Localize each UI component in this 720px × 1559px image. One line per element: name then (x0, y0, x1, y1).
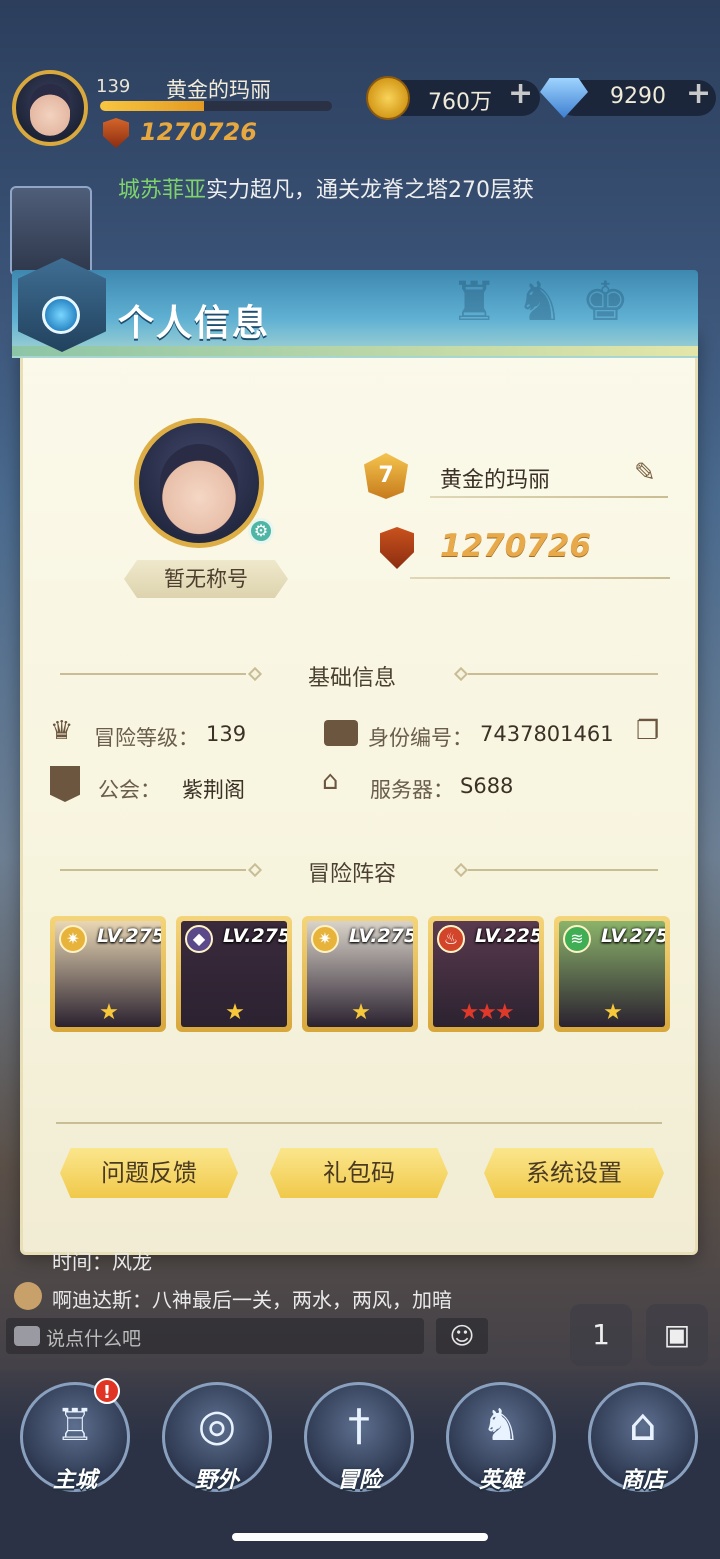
adventure-level-value: 139 (206, 722, 247, 746)
portal-icon: ◎ (197, 1400, 237, 1451)
guild-banner-icon (50, 766, 80, 802)
panel-emblem-core-icon (42, 296, 80, 334)
backpack-icon[interactable]: ▣ (646, 1304, 708, 1366)
name-underline (430, 496, 668, 498)
hero-stars: ★ (603, 1000, 623, 1025)
guild-value: 紫荆阁 (182, 778, 245, 802)
adventure-level-label: 冒险等级： (94, 726, 199, 750)
hero-portrait: ✷ LV.275 ★ (55, 921, 161, 1027)
gift-code-button[interactable]: 礼包码 (270, 1148, 448, 1198)
hero-portrait: ♨ LV.225 ★★★ (433, 921, 539, 1027)
divider (468, 869, 658, 871)
feedback-button[interactable]: 问题反馈 (60, 1148, 238, 1198)
hero-card[interactable]: ◆ LV.275 ★ (176, 916, 292, 1032)
hero-stars: ★ (99, 1000, 119, 1025)
settings-button[interactable]: 系统设置 (484, 1148, 664, 1198)
server-icon: ⌂ (322, 766, 339, 796)
hero-card[interactable]: ≋ LV.275 ★ (554, 916, 670, 1032)
xp-fill (100, 101, 205, 111)
hero-level: LV.275 (97, 925, 161, 947)
panel-title: 个人信息 (118, 303, 271, 344)
hero-stars: ★ (351, 1000, 371, 1025)
crown-icon: ♛ (50, 716, 74, 746)
shop-icon: ⌂ (629, 1400, 657, 1451)
add-gold-button[interactable]: + (508, 76, 533, 111)
gold-amount: 760万 (428, 90, 492, 115)
hero-stars: ★ (225, 1000, 245, 1025)
hero-card[interactable]: ✷ LV.275 ★ (50, 916, 166, 1032)
add-gem-button[interactable]: + (686, 76, 711, 111)
lineup-heading: 冒险阵容 (308, 862, 397, 887)
id-value: 7437801461 (480, 722, 614, 746)
announcement-marquee: 城苏菲亚实力超凡，通关龙脊之塔270层获 (118, 172, 534, 204)
notification-badge: ! (94, 1378, 120, 1404)
power-underline (410, 577, 670, 579)
profile-power: 1270726 (440, 528, 591, 564)
light-element-icon: ✷ (59, 925, 87, 953)
shield-icon (103, 118, 129, 148)
hero-level: LV.275 (601, 925, 665, 947)
portrait-face-icon (160, 444, 238, 536)
hero-level: LV.275 (349, 925, 413, 947)
divider (60, 869, 246, 871)
home-indicator (232, 1533, 488, 1541)
id-label: 身份编号： (368, 726, 473, 750)
side-hero-card[interactable] (10, 186, 92, 276)
divider (56, 1122, 662, 1124)
wind-element-icon: ≋ (563, 925, 591, 953)
nav-field-label: 野外 (194, 1468, 239, 1493)
player-level: 139 (96, 76, 131, 97)
rank-button[interactable]: 1 (570, 1304, 632, 1366)
chat-bubble-icon (14, 1326, 40, 1346)
dark-element-icon: ◆ (185, 925, 213, 953)
copy-icon[interactable]: ❐ (636, 716, 659, 746)
castle-icon: ♖ (55, 1400, 95, 1451)
edit-name-icon[interactable]: ✎ (634, 458, 656, 488)
nav-adventure-label: 冒险 (336, 1468, 381, 1493)
gem-amount: 9290 (610, 84, 666, 109)
server-value: S688 (460, 774, 514, 798)
chat-placeholder: 说点什么吧 (46, 1328, 142, 1350)
hero-level: LV.275 (223, 925, 287, 947)
guild-label: 公会： (98, 778, 161, 802)
nav-heroes-label: 英雄 (478, 1468, 523, 1493)
helmet-icon: ♞ (481, 1400, 521, 1451)
hero-card[interactable]: ✷ LV.275 ★ (302, 916, 418, 1032)
hero-stars: ★★★ (459, 1000, 514, 1025)
title-badge[interactable]: 暂无称号 (124, 560, 288, 598)
chat-avatar-icon (14, 1282, 42, 1310)
fire-element-icon: ♨ (437, 925, 465, 953)
chat-line: 时间：风龙 (52, 1250, 152, 1274)
xp-bar (100, 101, 332, 111)
combat-power: 1270726 (140, 118, 257, 146)
header-silhouette-icon: ♜ ♞ ♚ (450, 270, 630, 333)
light-element-icon: ✷ (311, 925, 339, 953)
chat-line: 啊迪达斯：八神最后一关，两水，两风，加暗 (52, 1288, 452, 1312)
hero-portrait: ≋ LV.275 ★ (559, 921, 665, 1027)
gear-icon[interactable]: ⚙ (248, 518, 274, 544)
player-name: 黄金的玛丽 (166, 78, 271, 102)
divider (60, 673, 246, 675)
marquee-highlight: 城苏菲亚 (118, 178, 207, 203)
avatar-face-icon (30, 84, 70, 136)
nav-shop-label: 商店 (620, 1468, 665, 1493)
hero-portrait: ◆ LV.275 ★ (181, 921, 287, 1027)
gold-coin-icon (366, 76, 410, 120)
hero-portrait: ✷ LV.275 ★ (307, 921, 413, 1027)
id-card-icon (324, 720, 358, 746)
hero-level: LV.225 (475, 925, 539, 947)
divider (468, 673, 658, 675)
server-label: 服务器： (370, 778, 454, 802)
emoji-icon[interactable]: ☺ (436, 1318, 488, 1354)
nav-home-label: 主城 (52, 1468, 97, 1493)
panel-header-strip (12, 346, 698, 356)
hero-card[interactable]: ♨ LV.225 ★★★ (428, 916, 544, 1032)
sword-icon: † (348, 1400, 370, 1451)
basic-info-heading: 基础信息 (308, 666, 397, 691)
profile-name: 黄金的玛丽 (440, 468, 551, 493)
marquee-text: 实力超凡，通关龙脊之塔270层获 (206, 178, 535, 203)
